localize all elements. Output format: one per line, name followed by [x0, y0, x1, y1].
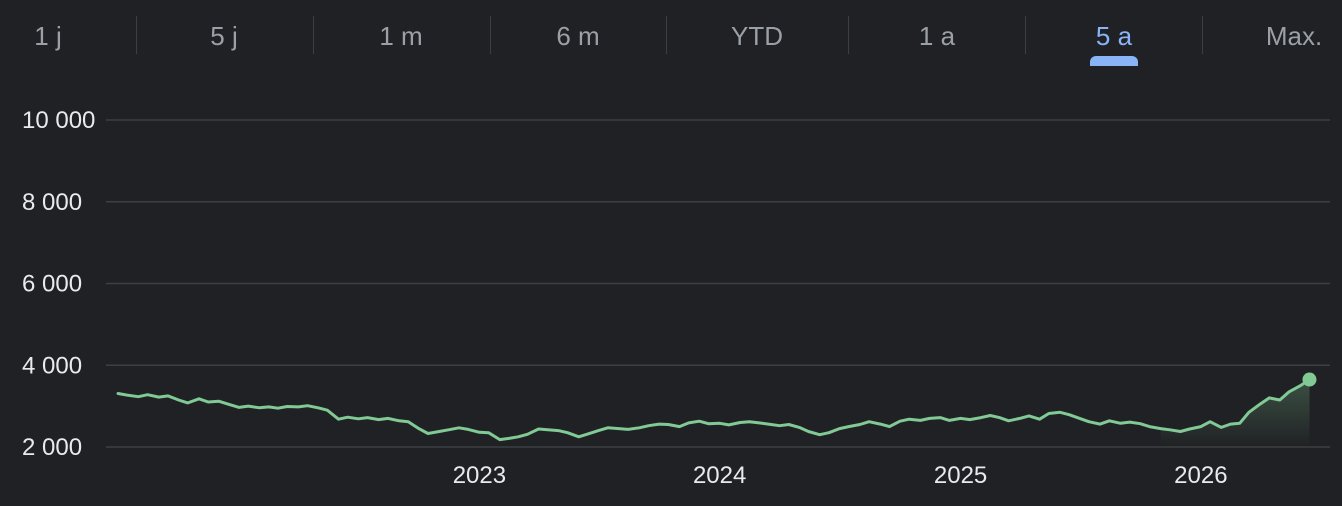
x-tick-label: 2025: [934, 462, 987, 489]
series-line: [116, 378, 1311, 442]
grid-lines: [106, 119, 1330, 448]
x-tick-label: 2023: [453, 462, 506, 489]
y-tick-label: 10 000: [22, 107, 95, 134]
x-tick-label: 2026: [1174, 462, 1227, 489]
x-tick-label: 2024: [693, 462, 746, 489]
price-chart: 2 0004 0006 0008 00010 000 2023 2024 2025 2…: [22, 107, 1330, 489]
y-tick-label: 2 000: [22, 434, 82, 461]
last-point-marker: [1302, 372, 1317, 387]
y-tick-label: 6 000: [22, 271, 82, 298]
y-tick-label: 8 000: [22, 189, 82, 216]
y-axis-labels: 2 000 4 000 6 000 8 000 10 000: [22, 107, 95, 461]
series-price: [116, 372, 1317, 447]
y-tick-label: 4 000: [22, 352, 82, 379]
series-area: [1160, 379, 1310, 447]
x-axis-labels: 2023 2024 2025 2026: [453, 462, 1228, 489]
